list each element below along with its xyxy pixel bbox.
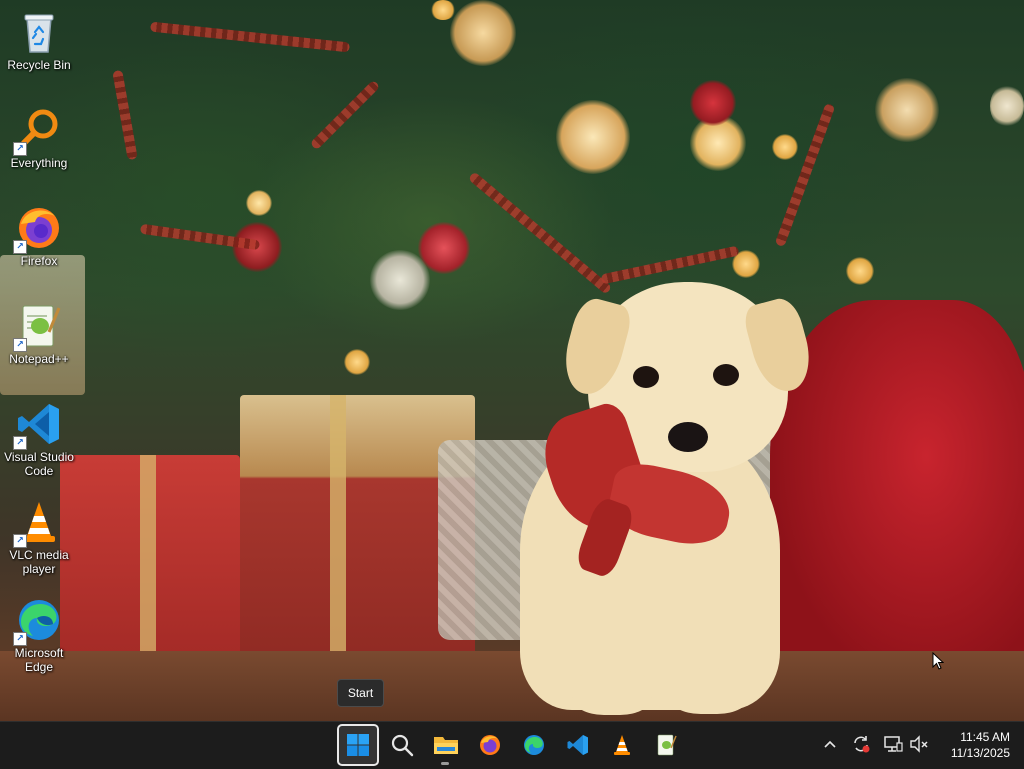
windows-start-icon <box>347 734 369 756</box>
shortcut-arrow-icon: ↗ <box>13 240 27 254</box>
puppy-paw <box>668 668 750 714</box>
puppy-nose <box>668 422 708 452</box>
desktop-icon-label: Microsoft Edge <box>14 646 64 674</box>
notepad-plus-plus-icon <box>657 734 677 756</box>
desktop-icon-label: Recycle Bin <box>7 58 71 72</box>
network-tray-icon[interactable] <box>883 734 903 754</box>
desktop-icon-label: Visual Studio Code <box>4 450 74 478</box>
shortcut-arrow-icon: ↗ <box>13 632 27 646</box>
clock-date: 11/13/2025 <box>950 746 1010 760</box>
chevron-up-icon <box>824 740 836 748</box>
clock-time: 11:45 AM <box>960 730 1010 744</box>
bokeh-light <box>370 250 430 310</box>
bokeh-light <box>690 80 736 126</box>
file-explorer-icon <box>434 737 458 754</box>
firefox-icon <box>480 735 500 755</box>
garland <box>600 245 740 285</box>
bokeh-light <box>556 100 630 174</box>
sync-tray-icon[interactable] <box>851 734 871 754</box>
edge-icon: ↗ <box>13 596 63 646</box>
puppy-eye <box>713 364 739 386</box>
puppy-paw <box>572 670 652 715</box>
network-icon <box>884 736 903 752</box>
bokeh-light <box>246 190 272 216</box>
sync-icon <box>854 736 870 753</box>
vlc-icon <box>614 735 630 755</box>
taskbar-firefox-button[interactable] <box>469 724 511 766</box>
edge-icon <box>524 735 544 755</box>
garland <box>774 102 836 248</box>
shortcut-arrow-icon: ↗ <box>13 142 27 156</box>
gift-ribbon <box>140 455 156 665</box>
desktop-icon-notepadpp[interactable]: ↗ Notepad++ <box>0 302 78 366</box>
garland <box>467 171 613 295</box>
bokeh-light <box>990 84 1024 128</box>
taskbar-notepadpp-button[interactable] <box>645 724 687 766</box>
garland <box>309 79 381 151</box>
volume-tray-icon[interactable] <box>909 734 929 754</box>
taskbar-file-explorer-button[interactable] <box>425 724 467 766</box>
taskbar: 11:45 AM 11/13/2025 <box>0 721 1024 769</box>
desktop-wallpaper <box>0 0 1024 721</box>
garland <box>112 69 138 161</box>
taskbar-vlc-button[interactable] <box>601 724 643 766</box>
garland <box>150 21 350 53</box>
bokeh-light <box>344 349 370 375</box>
recycle-bin-icon <box>15 8 63 56</box>
firefox-icon: ↗ <box>13 204 63 254</box>
shortcut-arrow-icon: ↗ <box>13 436 27 450</box>
desktop-icon-everything[interactable]: ↗ Everything <box>0 106 78 170</box>
bokeh-light <box>430 0 456 20</box>
taskbar-vscode-button[interactable] <box>557 724 599 766</box>
bokeh-light <box>846 257 874 285</box>
desktop-icon-label: Firefox <box>20 254 58 268</box>
running-indicator <box>441 762 449 765</box>
desktop-icon-recycle-bin[interactable]: Recycle Bin <box>0 8 78 72</box>
vlc-icon: ↗ <box>13 498 63 548</box>
wooden-floor <box>0 651 1024 721</box>
desktop-icon-vscode[interactable]: ↗ Visual Studio Code <box>0 400 78 478</box>
desktop-icon-firefox[interactable]: ↗ Firefox <box>0 204 78 268</box>
everything-search-icon: ↗ <box>13 106 63 156</box>
puppy-eye <box>633 366 659 388</box>
desktop-icon-vlc[interactable]: ↗ VLC media player <box>0 498 78 576</box>
desktop-icon-label: Everything <box>10 156 68 170</box>
search-icon <box>391 734 414 757</box>
taskbar-clock[interactable]: 11:45 AM 11/13/2025 <box>951 729 1010 761</box>
volume-muted-icon <box>910 735 928 753</box>
bokeh-light <box>450 0 516 66</box>
desktop-icon-edge[interactable]: ↗ Microsoft Edge <box>0 596 78 674</box>
mouse-cursor-icon <box>932 652 944 670</box>
start-tooltip: Start <box>337 679 384 707</box>
taskbar-search-button[interactable] <box>381 724 423 766</box>
notepad-plus-plus-icon: ↗ <box>13 302 63 352</box>
taskbar-edge-button[interactable] <box>513 724 555 766</box>
vscode-icon <box>567 735 588 755</box>
bokeh-light <box>772 134 798 160</box>
gift-ribbon <box>330 395 346 665</box>
show-hidden-icons-button[interactable] <box>820 734 840 754</box>
taskbar-start-button[interactable] <box>337 724 379 766</box>
bokeh-light <box>875 78 939 142</box>
shortcut-arrow-icon: ↗ <box>13 534 27 548</box>
shortcut-arrow-icon: ↗ <box>13 338 27 352</box>
desktop-icon-label: VLC media player <box>9 548 69 576</box>
desktop-icon-label: Notepad++ <box>9 352 69 366</box>
vscode-icon: ↗ <box>13 400 63 450</box>
